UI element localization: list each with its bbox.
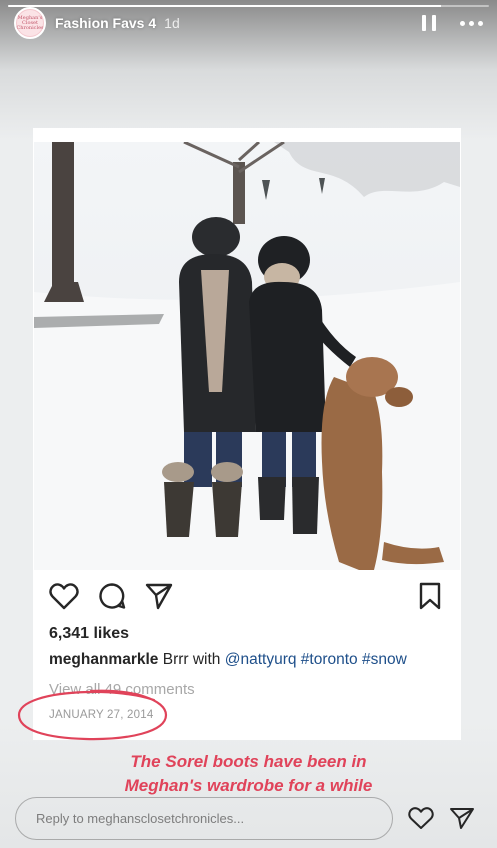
caption-username[interactable]: meghanmarkle: [49, 651, 158, 668]
instagram-post-screenshot: 6,341 likes meghanmarkle Brrr with @natt…: [33, 128, 461, 740]
story-progress-fill: [8, 5, 441, 7]
sticker-line-2: Meghan's wardrobe for a while: [124, 776, 373, 795]
post-caption: meghanmarkle Brrr with @nattyurq #toront…: [49, 651, 407, 669]
caption-mention[interactable]: @nattyurq: [225, 651, 297, 668]
bookmark-icon[interactable]: [418, 582, 442, 610]
avatar[interactable]: Meghan's Closet Chronicles: [14, 7, 46, 39]
caption-text: Brrr with: [158, 651, 225, 668]
reply-field-container[interactable]: [15, 797, 393, 840]
post-actions: [49, 582, 449, 612]
story-text-sticker: The Sorel boots have been in Meghan's wa…: [0, 750, 497, 798]
date-highlight-circle: [17, 689, 168, 741]
pause-icon[interactable]: [422, 15, 436, 31]
time-ago: 1d: [164, 15, 180, 31]
comment-icon[interactable]: [98, 582, 126, 610]
post-photo: [34, 142, 460, 570]
story-header: Meghan's Closet Chronicles Fashion Favs 4 …: [14, 7, 483, 39]
story-progress-bar: [8, 5, 489, 7]
heart-icon[interactable]: [49, 582, 79, 610]
heart-icon[interactable]: [408, 806, 434, 830]
avatar-logo: Meghan's Closet Chronicles: [16, 10, 44, 36]
send-icon[interactable]: [145, 582, 173, 610]
likes-count[interactable]: 6,341 likes: [49, 625, 129, 643]
sticker-line-1: The Sorel boots have been in: [130, 752, 367, 771]
snow-scene-photo: [34, 142, 460, 570]
reply-input[interactable]: [36, 811, 392, 826]
caption-hashtag-snow[interactable]: #snow: [358, 651, 407, 668]
send-icon[interactable]: [449, 806, 475, 830]
account-name[interactable]: Fashion Favs 4: [55, 15, 156, 31]
caption-hashtag-toronto[interactable]: #toronto: [296, 651, 358, 668]
more-icon[interactable]: [460, 20, 483, 26]
